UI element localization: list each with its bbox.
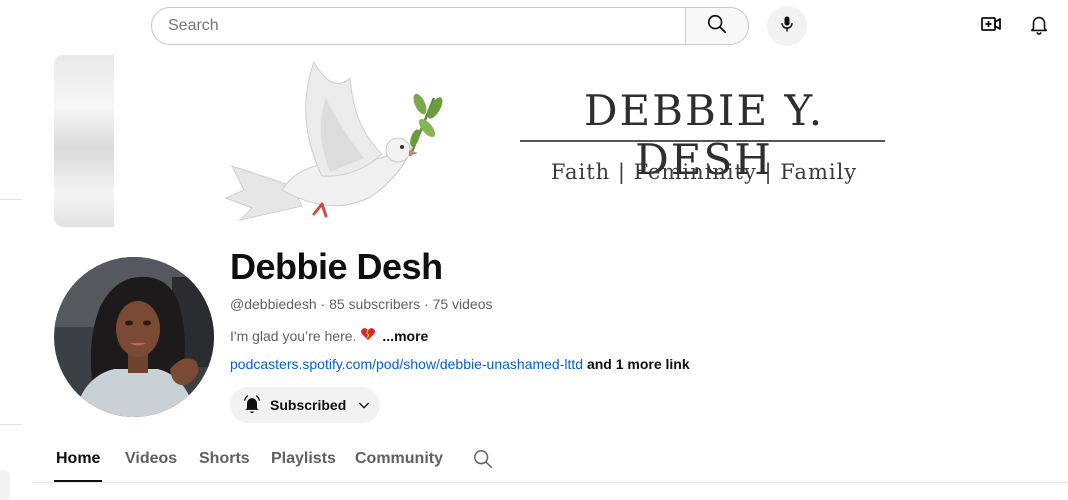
description-text: I'm glad you’re here. (230, 327, 357, 344)
chevron-down-icon (356, 397, 372, 413)
video-count: 75 videos (432, 296, 493, 312)
tab-community[interactable]: Community (355, 450, 443, 468)
tab-shorts[interactable]: Shorts (199, 450, 250, 468)
channel-meta: @debbiedesh · 85 subscribers · 75 videos (230, 296, 493, 312)
tab-videos[interactable]: Videos (125, 450, 177, 468)
search-bar (151, 7, 749, 45)
active-tab-indicator (54, 480, 102, 482)
channel-links: podcasters.spotify.com/pod/show/debbie-u… (230, 356, 690, 372)
subscriber-count: 85 subscribers (329, 296, 421, 312)
channel-name: Debbie Desh (230, 246, 443, 287)
sidebar-divider (0, 424, 22, 425)
subscribed-button[interactable]: Subscribed (230, 387, 380, 423)
banner-tagline: Faith | Femininity | Family (550, 160, 858, 184)
channel-description[interactable]: I'm glad you’re here. ...more (230, 326, 428, 345)
tab-playlists[interactable]: Playlists (271, 450, 336, 468)
sidebar-divider (0, 199, 22, 200)
channel-avatar[interactable] (54, 257, 214, 417)
dove-icon (222, 58, 452, 229)
search-button[interactable] (685, 8, 748, 44)
channel-handle: @debbiedesh (230, 296, 317, 312)
notifications-bell-icon (1028, 12, 1050, 41)
more-link[interactable]: ...more (382, 328, 428, 344)
more-links-button[interactable]: and 1 more link (587, 356, 690, 372)
notifications-button[interactable] (1026, 13, 1052, 39)
meta-separator: · (424, 296, 429, 312)
heart-emoji-icon (360, 326, 376, 345)
banner-divider (520, 140, 885, 142)
microphone-icon (777, 14, 797, 39)
tab-home[interactable]: Home (56, 450, 100, 468)
voice-search-button[interactable] (767, 6, 807, 46)
search-icon (706, 13, 728, 40)
bell-icon (242, 394, 262, 417)
create-button[interactable] (978, 13, 1004, 39)
spotify-podcast-link[interactable]: podcasters.spotify.com/pod/show/debbie-u… (230, 356, 583, 372)
meta-separator: · (320, 296, 326, 312)
subscribed-label: Subscribed (270, 397, 347, 413)
banner-image-edge (54, 55, 114, 227)
create-video-icon (979, 12, 1003, 41)
search-input[interactable] (152, 8, 685, 44)
channel-tabs: Home Videos Shorts Playlists Community (32, 440, 1068, 483)
channel-search-icon[interactable] (472, 448, 494, 475)
sidebar-item[interactable] (0, 470, 10, 500)
